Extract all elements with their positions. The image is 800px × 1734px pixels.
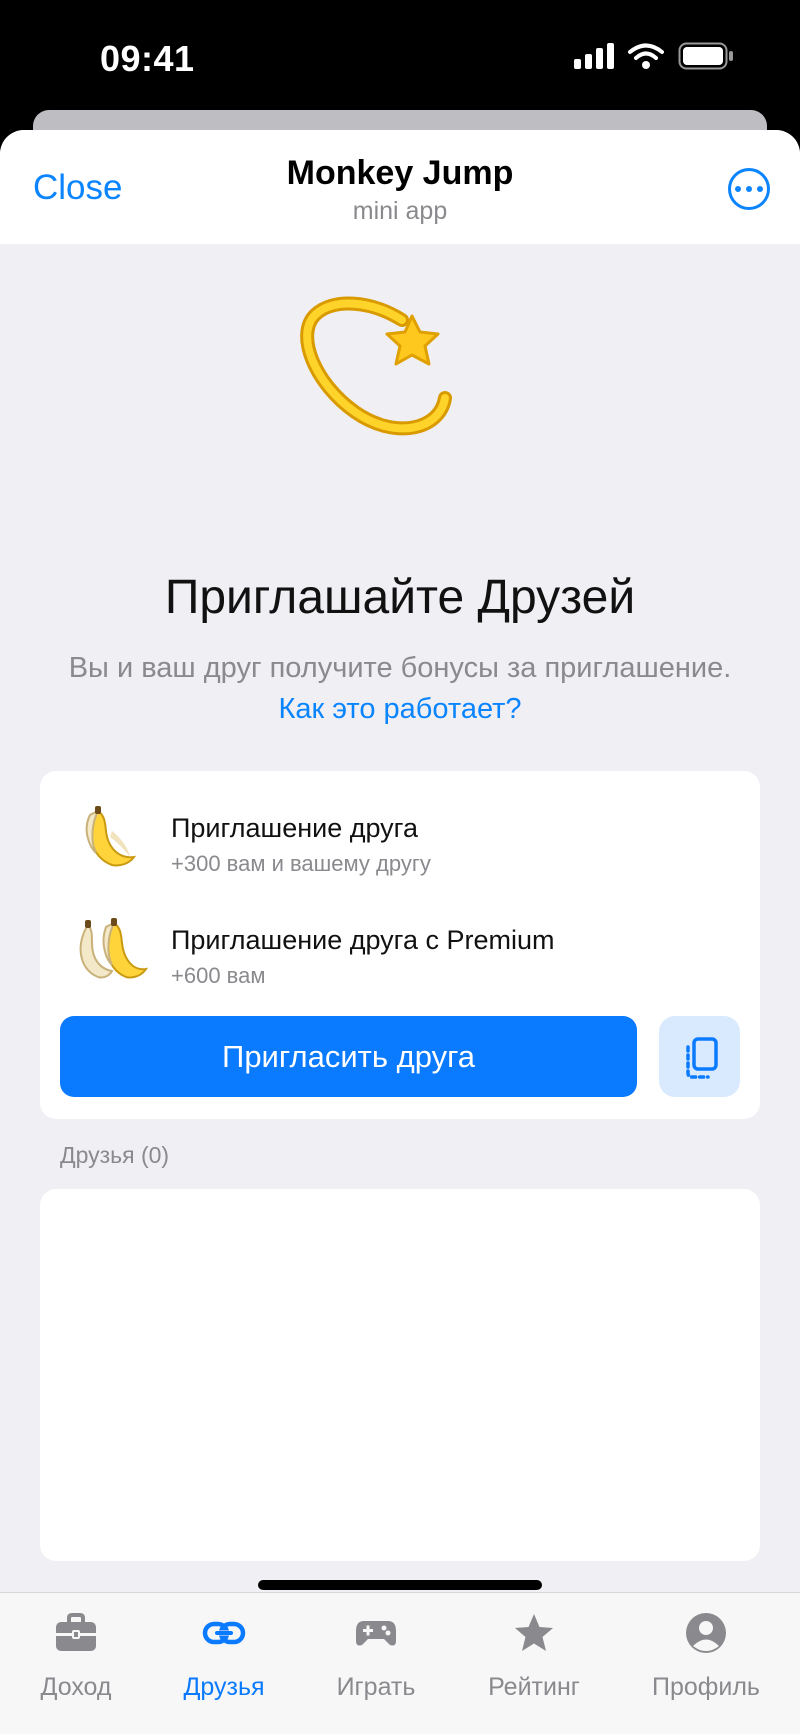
tab-label: Доход [40, 1673, 112, 1701]
dot-icon [757, 186, 763, 192]
invite-card: Приглашение друга +300 вам и вашему друг… [40, 771, 760, 1119]
tab-profile[interactable]: Профиль [636, 1611, 776, 1702]
briefcase-icon [56, 1613, 96, 1651]
dot-icon [735, 186, 741, 192]
battery-icon [678, 42, 733, 70]
friends-list [40, 1189, 760, 1561]
invite-friend-button[interactable]: Пригласить друга [60, 1016, 637, 1097]
link-icon [202, 1621, 246, 1645]
tab-label: Профиль [652, 1673, 760, 1701]
invite-subtext: Вы и ваш друг получите бонусы за приглаш… [60, 648, 740, 730]
invite-description: Вы и ваш друг получите бонусы за приглаш… [68, 652, 732, 684]
banana-icon [85, 806, 137, 867]
profile-icon [686, 1613, 726, 1653]
reward-subtitle: +300 вам и вашему другу [171, 851, 431, 876]
dot-icon [746, 186, 752, 192]
header-title-group: Monkey Jump mini app [0, 154, 800, 226]
status-time: 09:41 [100, 38, 195, 79]
app-title: Monkey Jump [286, 154, 514, 192]
tab-income[interactable]: Доход [6, 1611, 146, 1702]
invite-heading: Приглашайте Друзей [164, 571, 636, 624]
reward-subtitle: +600 вам [171, 963, 266, 988]
home-indicator [258, 1580, 542, 1590]
reward-title: Приглашение друга с Premium [171, 925, 555, 955]
mini-app-sheet: Close Monkey Jump mini app Приглашайте Д… [0, 130, 800, 1734]
tab-label: Рейтинг [488, 1673, 580, 1701]
tab-label: Друзья [183, 1673, 265, 1701]
gamepad-icon [356, 1621, 396, 1646]
reward-title: Приглашение друга [171, 813, 418, 843]
tab-play[interactable]: Играть [306, 1611, 446, 1702]
reward-row-premium: Приглашение друга с Premium +600 вам [40, 895, 760, 995]
tab-friends[interactable]: Друзья [154, 1611, 294, 1702]
tab-label: Играть [336, 1673, 416, 1701]
header-bar: Close Monkey Jump mini app [0, 130, 800, 244]
tab-rating[interactable]: Рейтинг [464, 1611, 604, 1702]
two-bananas-icon [79, 918, 148, 979]
how-it-works-link[interactable]: Как это работает? [278, 693, 521, 725]
wifi-icon [628, 43, 664, 69]
more-options-button[interactable] [728, 168, 770, 210]
bottom-tab-bar: Доход Друзья Играть Рейтинг Профиль [0, 1592, 800, 1734]
shooting-star-icon [300, 296, 452, 436]
copy-icon [685, 1036, 718, 1079]
status-icons [574, 42, 734, 70]
app-subtitle: mini app [352, 197, 448, 225]
star-icon [515, 1614, 553, 1651]
copy-link-button[interactable] [659, 1016, 740, 1097]
friends-count-label: Друзья (0) [60, 1142, 170, 1168]
status-bar: 09:41 [0, 0, 800, 110]
reward-row-friend: Приглашение друга +300 вам и вашему друг… [40, 783, 760, 883]
signal-icon [574, 43, 614, 69]
